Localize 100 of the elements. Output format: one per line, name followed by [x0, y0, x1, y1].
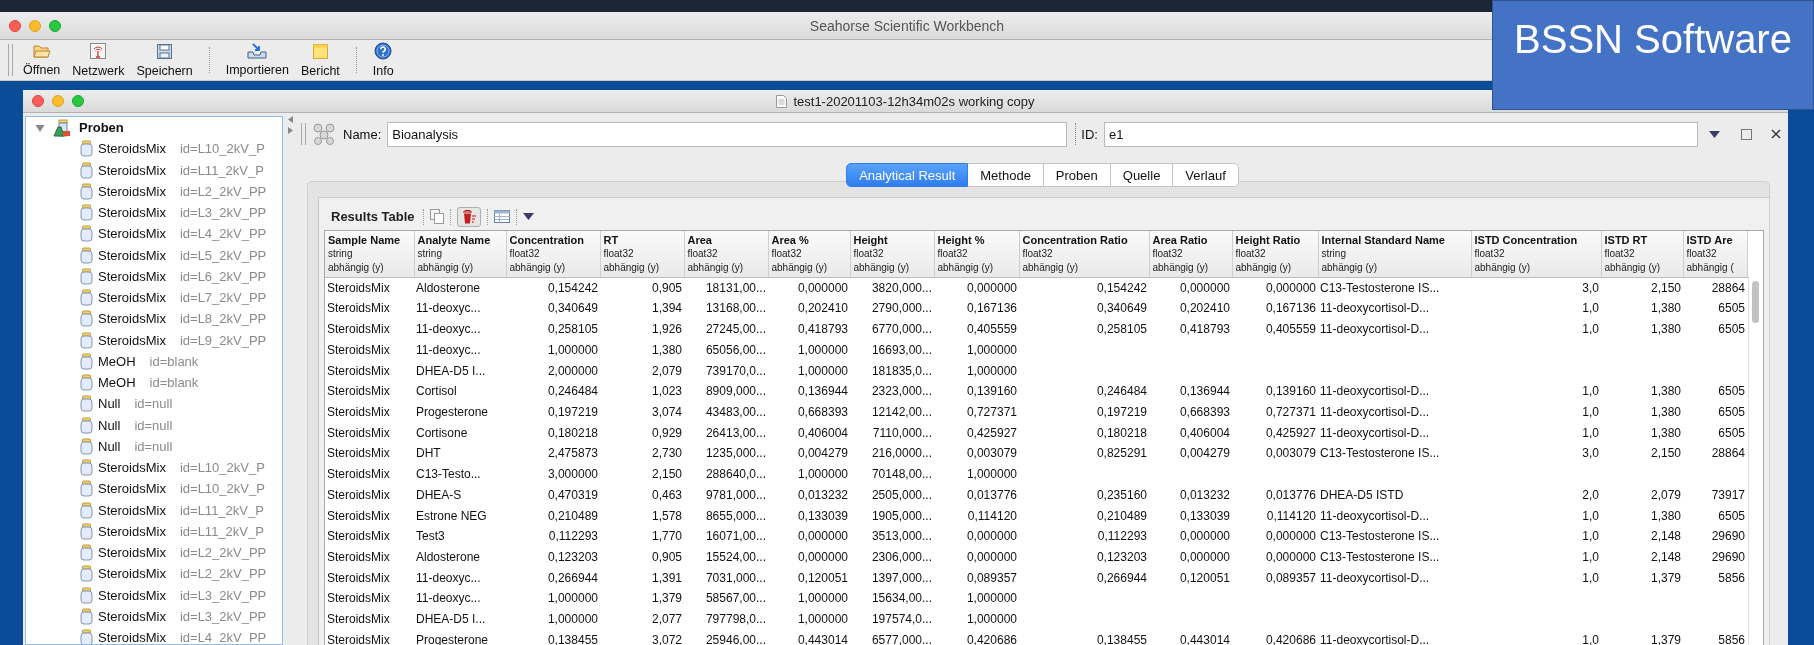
splitter-arrows-icon[interactable] [286, 115, 294, 135]
column-role: abhängig (y) [603, 261, 661, 275]
table-cell-text: 0,123203 [546, 549, 599, 566]
column-header[interactable]: Height Ratio float32 abhängig (y) [1232, 231, 1318, 278]
table-cell-text: 2,150 [1649, 445, 1682, 463]
sample-name[interactable]: SteroidsMix [98, 205, 166, 221]
table-cell-text: 11-deoxyc... [415, 321, 482, 339]
column-header[interactable]: RT float32 abhängig (y) [600, 231, 684, 278]
minimize-button[interactable] [52, 95, 64, 107]
column-type: float32 [1686, 247, 1718, 261]
column-header[interactable]: Area % float32 abhängig (y) [768, 231, 850, 278]
sample-name[interactable]: SteroidsMix [98, 460, 166, 476]
sample-name[interactable]: Null [98, 438, 121, 454]
table-cell-text: 15634,00... [870, 590, 933, 608]
column-header[interactable]: ISTD Concentration float32 abhängig (y) [1471, 231, 1601, 278]
column-type: float32 [687, 247, 719, 261]
table-cell-text: 0,202410 [796, 300, 849, 318]
sample-name[interactable]: SteroidsMix [98, 587, 166, 603]
table-cell-text: 2306,000... [870, 549, 933, 566]
table-cell-text: 0,139160 [965, 383, 1018, 401]
dropdown-icon[interactable] [1708, 130, 1720, 138]
jar-icon [80, 225, 93, 243]
sample-id: id=L5_2kV_PP [179, 247, 267, 263]
close-button[interactable] [9, 19, 21, 32]
name-field[interactable]: Bioanalysis [387, 121, 1068, 147]
sample-name[interactable]: Null [98, 417, 121, 433]
toolbar-button[interactable]: Bericht [294, 40, 346, 80]
sample-name[interactable]: SteroidsMix [98, 545, 166, 561]
sample-name[interactable]: SteroidsMix [98, 523, 166, 539]
sample-name[interactable]: SteroidsMix [98, 226, 166, 242]
column-type: float32 [1152, 247, 1184, 261]
sample-name[interactable]: SteroidsMix [98, 630, 166, 644]
sample-name[interactable]: SteroidsMix [98, 502, 166, 518]
sample-name[interactable]: SteroidsMix [98, 566, 166, 582]
column-header[interactable]: Height float32 abhängig (y) [850, 231, 934, 278]
column-header[interactable]: Analyte Name string abhängig (y) [414, 231, 506, 278]
sample-name[interactable]: SteroidsMix [98, 183, 166, 199]
column-type: float32 [1474, 247, 1506, 261]
column-header[interactable]: ISTD Are float32 abhängig ( [1683, 231, 1747, 278]
minimize-button[interactable] [29, 19, 41, 32]
sample-name[interactable]: SteroidsMix [98, 268, 166, 284]
copy-button[interactable] [429, 209, 444, 224]
table-cell-text: DHEA-D5 I... [415, 362, 487, 380]
column-type: float32 [853, 247, 885, 261]
sample-name[interactable]: MeOH [98, 353, 136, 369]
toolbar-button[interactable]: Speichern [130, 40, 199, 80]
table-cell-text: 0,425927 [965, 424, 1018, 442]
table-cell-text: 73917 [1710, 486, 1746, 504]
column-header[interactable]: Area float32 abhängig (y) [684, 231, 768, 278]
maximize-icon[interactable] [1740, 128, 1752, 140]
delete-button[interactable] [456, 206, 481, 227]
columns-button[interactable] [493, 210, 510, 223]
sample-name[interactable]: SteroidsMix [98, 141, 166, 157]
toolbar-button[interactable]: Netzwerk [66, 40, 131, 80]
table-cell-text: SteroidsMix [326, 631, 391, 645]
sample-name[interactable]: SteroidsMix [98, 247, 166, 263]
sample-name[interactable]: SteroidsMix [98, 162, 166, 178]
sample-name[interactable]: SteroidsMix [98, 311, 166, 327]
sample-name[interactable]: MeOH [98, 375, 136, 391]
sample-name[interactable]: Null [98, 396, 121, 412]
zoom-button[interactable] [72, 95, 84, 107]
table-cell-text: 0,425927 [1264, 424, 1317, 442]
column-header[interactable]: Sample Name string abhängig (y) [325, 231, 414, 278]
tree-root-label[interactable]: Proben [79, 120, 124, 136]
table-cell-text: 0,266944 [546, 569, 599, 587]
expand-triangle-icon[interactable] [35, 122, 45, 133]
close-button[interactable] [32, 95, 44, 107]
sample-name[interactable]: SteroidsMix [98, 290, 166, 306]
tab[interactable]: Verlauf [1173, 163, 1239, 187]
dropdown-icon[interactable] [522, 213, 534, 220]
column-header[interactable]: ISTD RT float32 abhängig (y) [1601, 231, 1683, 278]
table-cell-text: 0,138455 [546, 631, 599, 645]
beakers-icon [53, 118, 71, 137]
toolbar-button[interactable]: Öffnen [17, 40, 67, 80]
table-cell-text: 0,405559 [1264, 321, 1317, 339]
tab[interactable]: Proben [1043, 163, 1111, 187]
column-header[interactable]: Height % float32 abhängig (y) [934, 231, 1019, 278]
table-cell-text: 43483,00... [704, 403, 767, 421]
table-cell-text: 0,340649 [546, 300, 599, 318]
table-cell-text: 0,138455 [1095, 631, 1148, 645]
sample-name[interactable]: SteroidsMix [98, 481, 166, 497]
toolbar-button[interactable]: Info [366, 40, 400, 80]
table-cell-text: 65056,00... [704, 341, 767, 359]
table-cell: 0,154242 [506, 277, 600, 299]
column-header[interactable]: Internal Standard Name string abhängig (y) [1318, 231, 1471, 278]
column-header[interactable]: Concentration Ratio float32 abhängig (y) [1019, 231, 1149, 278]
sample-name[interactable]: SteroidsMix [98, 332, 166, 348]
tab[interactable]: Methode [968, 163, 1044, 187]
column-header[interactable]: Concentration float32 abhängig (y) [506, 231, 600, 278]
id-field[interactable]: e1 [1103, 121, 1698, 147]
tab[interactable]: Quelle [1110, 163, 1174, 187]
zoom-button[interactable] [49, 19, 61, 32]
table-cell: 3820,000... [850, 277, 934, 299]
table-cell-text: 5856 [1717, 569, 1746, 587]
column-header[interactable]: Area Ratio float32 abhängig (y) [1149, 231, 1232, 278]
table-cell-text: 216,0000... [870, 445, 933, 463]
sample-name[interactable]: SteroidsMix [98, 608, 166, 624]
toolbar-button[interactable]: Importieren [219, 40, 295, 80]
close-icon[interactable] [1770, 129, 1781, 139]
table-cell: 0,000000 [934, 277, 1019, 299]
